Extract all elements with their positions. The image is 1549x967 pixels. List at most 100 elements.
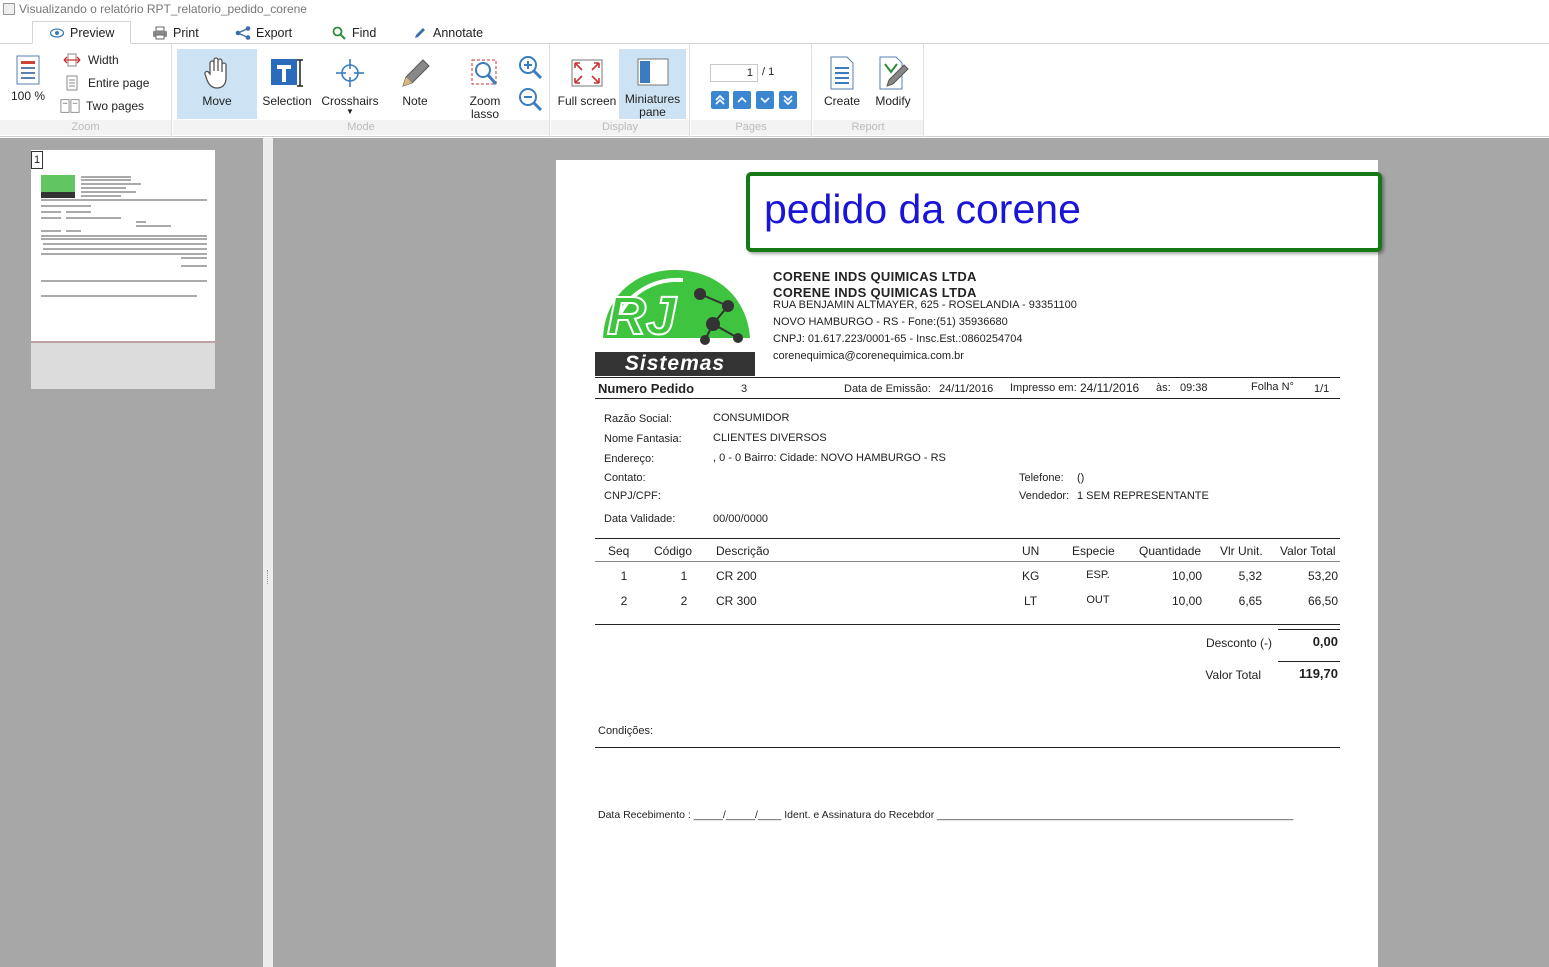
note-label: Note — [402, 94, 428, 108]
share-icon — [235, 25, 251, 40]
zoom-width-button[interactable]: Width — [62, 52, 119, 68]
zoom-out-button[interactable] — [516, 86, 544, 112]
miniatures-pane-button[interactable]: Miniatures pane — [619, 49, 686, 119]
zoom-percent-label: 100 % — [10, 89, 46, 103]
full-screen-button[interactable]: Full screen — [554, 55, 620, 108]
col-descricao: Descrição — [716, 544, 770, 558]
divider — [595, 538, 1340, 539]
zoom-group-label: Zoom — [0, 120, 171, 135]
vendedor-value: 1 SEM REPRESENTANTE — [1077, 490, 1209, 502]
fantasia-label: Nome Fantasia: — [604, 433, 682, 445]
page-count: / 1 — [762, 66, 775, 78]
col-vlr-unit: Vlr Unit. — [1220, 544, 1263, 558]
divider — [595, 624, 1340, 625]
miniatures-pane: 1 — [0, 138, 263, 967]
telefone-value: () — [1077, 472, 1085, 484]
pane-splitter[interactable] — [263, 138, 273, 967]
divider — [595, 377, 1340, 378]
endereco-value: , 0 - 0 Bairro: Cidade: NOVO HAMBURGO - … — [713, 452, 946, 464]
zoom-in-icon — [519, 56, 543, 80]
row-valor-total: 53,20 — [1307, 569, 1338, 583]
miniatures-pane-icon — [636, 55, 670, 89]
company-name-1: CORENE INDS QUIMICAS LTDA — [773, 269, 977, 284]
last-page-button[interactable] — [779, 91, 797, 109]
tab-preview-label: Preview — [70, 25, 115, 40]
numero-label: Numero Pedido — [598, 381, 695, 396]
row-vlr-unit: 5,32 — [1238, 569, 1262, 583]
row-un: KG — [1022, 569, 1040, 583]
chevron-down-icon: ▼ — [346, 107, 354, 116]
company-email: corenequimica@corenequimica.com.br — [773, 350, 964, 362]
contato-label: Contato: — [604, 472, 646, 484]
selection-button[interactable]: Selection — [257, 55, 317, 108]
display-group: Full screen Miniatures pane Display — [551, 44, 690, 137]
desconto-value: 0,00 — [1312, 634, 1338, 649]
miniatures-pane-label: Miniatures pane — [624, 92, 681, 119]
desconto-label: Desconto (-) — [1205, 636, 1272, 650]
tab-preview[interactable]: Preview — [32, 21, 132, 44]
next-page-button[interactable] — [756, 91, 774, 109]
first-page-button[interactable] — [711, 91, 729, 109]
tab-export[interactable]: Export — [235, 21, 292, 44]
zoom-two-pages-button[interactable]: Two pages — [60, 98, 144, 114]
page-number-input[interactable]: 1 — [710, 64, 758, 82]
as-label: às: — [1156, 382, 1171, 394]
row-quantidade: 10,00 — [1171, 594, 1202, 608]
zoom-in-button[interactable] — [516, 54, 544, 80]
report-title: pedido da corene — [764, 186, 1081, 232]
divider — [595, 561, 1340, 562]
create-report-button[interactable]: Create — [819, 55, 865, 108]
tab-find[interactable]: Find — [331, 21, 376, 44]
hand-icon — [200, 55, 234, 91]
row-quantidade: 10,00 — [1171, 569, 1202, 583]
tab-print[interactable]: Print — [152, 21, 199, 44]
zoom-lasso-icon — [468, 55, 502, 91]
row-descricao: CR 200 — [716, 569, 757, 583]
crosshairs-button[interactable]: Crosshairs ▼ — [317, 55, 383, 116]
zoom-group: 100 % Width Entire page Two pages Zoom — [0, 44, 172, 137]
tab-annotate[interactable]: Annotate — [412, 21, 483, 44]
fantasia-value: CLIENTES DIVERSOS — [713, 432, 827, 444]
row-codigo: 1 — [680, 569, 688, 583]
tab-print-label: Print — [173, 25, 199, 40]
eye-icon — [49, 26, 65, 40]
vendedor-label: Vendedor: — [1019, 490, 1070, 502]
zoom-out-icon — [519, 88, 543, 112]
note-button[interactable]: Note — [385, 55, 445, 108]
divider — [1278, 629, 1340, 630]
modify-report-button[interactable]: Modify — [869, 55, 917, 108]
modify-document-icon — [876, 55, 910, 91]
condicoes-label: Condições: — [598, 725, 654, 737]
row-un: LT — [1024, 594, 1038, 608]
crosshairs-icon — [333, 55, 367, 91]
move-button[interactable]: Move — [177, 49, 257, 119]
zoom-entire-page-button[interactable]: Entire page — [62, 75, 149, 91]
company-name-2: CORENE INDS QUIMICAS LTDA — [773, 285, 977, 300]
row-descricao: CR 300 — [716, 594, 757, 608]
app-icon — [3, 3, 15, 15]
chevron-down-icon — [760, 97, 770, 104]
row-seq: 2 — [620, 594, 628, 608]
thumbnail-page-drawing — [41, 175, 207, 297]
ribbon-tabs: Preview Print Export Find Annotate — [0, 18, 1549, 44]
folha-label: Folha N° — [1251, 381, 1294, 393]
col-codigo: Código — [654, 544, 693, 558]
previous-page-button[interactable] — [733, 91, 751, 109]
window-titlebar: Visualizando o relatório RPT_relatorio_p… — [0, 0, 1549, 18]
zoom-100-button[interactable]: 100 % — [6, 54, 50, 103]
logo-text: Sistemas — [625, 352, 725, 375]
col-un: UN — [1022, 544, 1040, 558]
hora-value: 09:38 — [1180, 382, 1208, 394]
divider — [1278, 661, 1340, 662]
page-thumbnail[interactable]: 1 — [31, 150, 215, 389]
valor-total-label: Valor Total — [1205, 668, 1261, 682]
row-especie: ESP. — [1086, 569, 1110, 581]
report-title-box: pedido da corene — [746, 172, 1382, 252]
zoom-lasso-button[interactable]: Zoom lasso — [455, 55, 515, 121]
valor-total-value: 119,70 — [1298, 666, 1338, 681]
report-viewer[interactable]: pedido da corene RJ Sistemas CORENE INDS… — [273, 138, 1549, 967]
double-chevron-down-icon — [783, 95, 793, 106]
double-chevron-up-icon — [715, 94, 725, 105]
search-icon — [331, 26, 347, 40]
note-pen-icon — [398, 55, 432, 91]
